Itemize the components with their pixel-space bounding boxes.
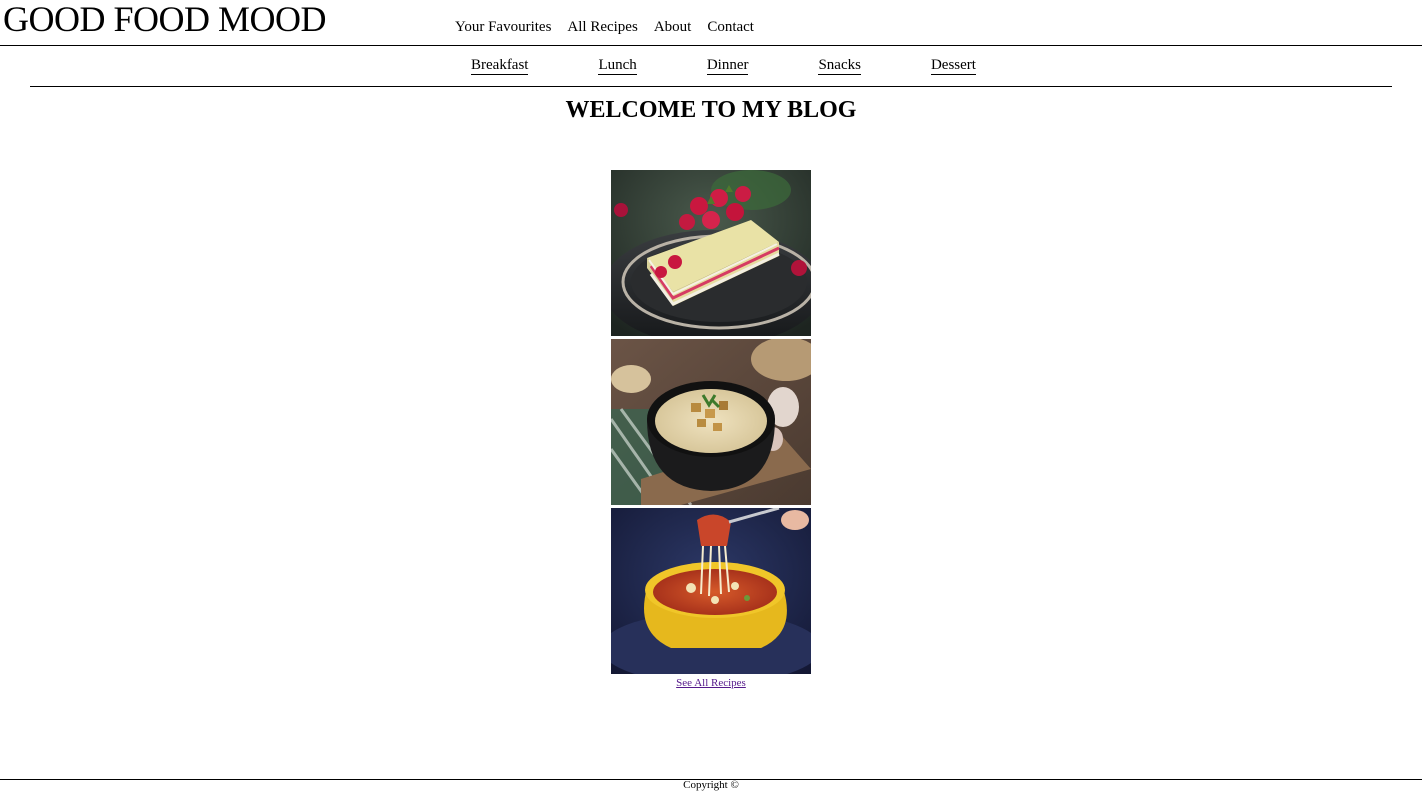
- see-all-recipes: See All Recipes: [0, 676, 1422, 690]
- site-header: GOOD FOOD MOOD Your Favourites All Recip…: [0, 0, 1422, 46]
- nav-link-all-recipes[interactable]: All Recipes: [567, 17, 637, 37]
- category-link-lunch[interactable]: Lunch: [598, 56, 637, 75]
- lasagna-photo[interactable]: [611, 508, 811, 674]
- category-link-dessert[interactable]: Dessert: [930, 56, 976, 75]
- category-list: Breakfast Lunch Dinner Snacks Dessert: [471, 56, 976, 75]
- site-logo[interactable]: GOOD FOOD MOOD: [3, 0, 327, 38]
- nav-link-about[interactable]: About: [654, 17, 692, 37]
- category-link-snacks[interactable]: Snacks: [818, 56, 861, 75]
- soup-bowl-photo[interactable]: [611, 339, 811, 505]
- nav-link-your-favourites[interactable]: Your Favourites: [455, 17, 551, 37]
- page-title: WELCOME TO MY BLOG: [565, 97, 857, 123]
- nav-link-contact[interactable]: Contact: [707, 17, 754, 37]
- category-link-dinner[interactable]: Dinner: [706, 56, 749, 75]
- category-link-breakfast[interactable]: Breakfast: [471, 56, 529, 75]
- copyright-text: Copyright ©: [683, 779, 739, 791]
- page: GOOD FOOD MOOD Your Favourites All Recip…: [0, 0, 1422, 803]
- see-all-recipes-link[interactable]: See All Recipes: [676, 677, 746, 689]
- category-nav: Breakfast Lunch Dinner Snacks Dessert: [30, 46, 1392, 87]
- recipe-gallery: [611, 170, 811, 677]
- main-nav: Your Favourites All Recipes About Contac…: [455, 17, 754, 37]
- raspberry-cake-photo[interactable]: [611, 170, 811, 336]
- site-footer: Copyright ©: [0, 779, 1422, 803]
